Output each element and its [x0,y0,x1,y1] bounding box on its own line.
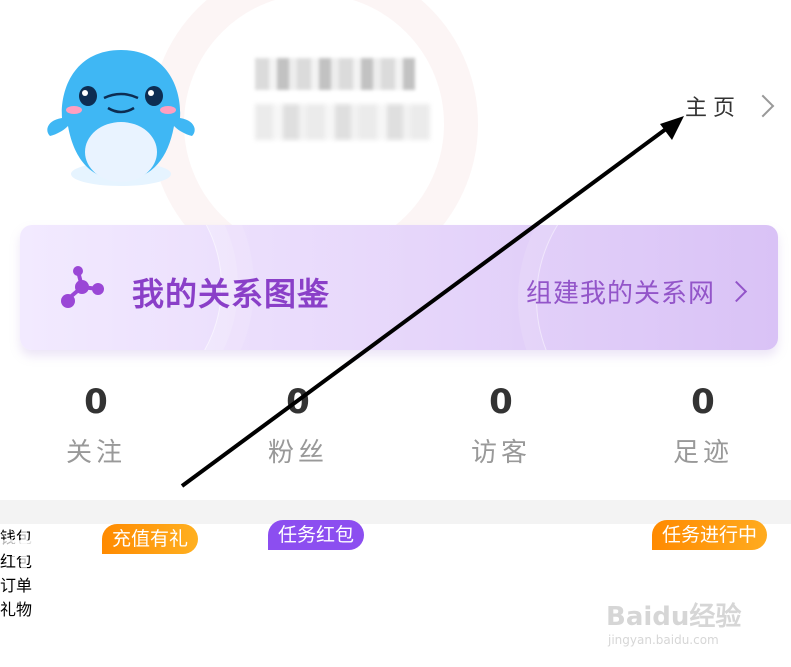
build-relation-network-link[interactable]: 组建我的关系网 [525,273,748,310]
network-icon [61,266,104,308]
stat-visitors-label: 访客 [470,438,531,468]
stat-following-label: 关注 [65,438,126,468]
homepage-label: 主页 [684,96,741,121]
stats-row: 0 关注 0 粉丝 0 访客 0 足迹 [0,380,791,480]
stat-footprints[interactable]: 0 足迹 [653,380,753,469]
chevron-right-icon [751,94,775,118]
relation-card-action-label: 组建我的关系网 [525,279,715,309]
stat-fans-label: 粉丝 [267,438,328,468]
wallet-badge: 充值有礼 [102,524,199,554]
gift-badge: 任务进行中 [652,520,768,550]
relation-card-title: 我的关系图鉴 [132,275,331,313]
stat-following-count: 0 [84,382,108,422]
tool-order[interactable]: 订单 [0,544,791,596]
relation-map-card[interactable]: 我的关系图鉴 组建我的关系网 [20,225,778,350]
stat-fans-count: 0 [286,382,310,422]
username-blurred [255,58,415,90]
stat-following[interactable]: 0 关注 [46,380,146,469]
stat-footprints-label: 足迹 [672,438,733,468]
chevron-right-icon [725,280,748,303]
watermark-url: jingyan.baidu.com [608,633,719,647]
stat-visitors-count: 0 [489,382,513,422]
red-packet-badge: 任务红包 [268,520,365,550]
homepage-link[interactable]: 主页 [684,90,775,122]
stat-footprints-count: 0 [691,382,715,422]
user-info-blurred [255,104,431,140]
order-label: 订单 [0,576,33,595]
watermark: Baidu经验 jingyan.baidu.com [606,596,741,647]
stat-fans[interactable]: 0 粉丝 [248,380,348,469]
stat-visitors[interactable]: 0 访客 [451,380,551,469]
watermark-brand: Baidu经验 [606,602,742,632]
avatar[interactable] [44,46,198,188]
